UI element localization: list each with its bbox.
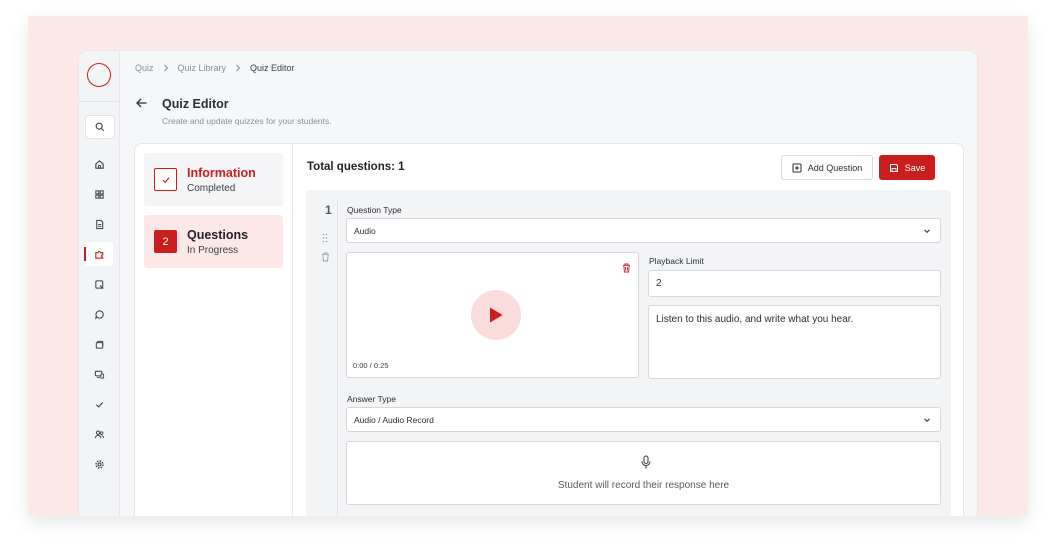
search-icon: [95, 122, 105, 132]
answer-type-label: Answer Type: [347, 394, 396, 404]
logo: [87, 63, 111, 87]
chat-icon: [94, 309, 104, 320]
microphone-icon: [641, 455, 651, 469]
question-prompt-textarea[interactable]: Listen to this audio, and write what you…: [648, 305, 941, 379]
sidebar-item-documents[interactable]: [79, 209, 119, 239]
step-badge: [154, 168, 177, 191]
devices-icon: [94, 370, 104, 379]
total-questions: Total questions: 1: [307, 161, 405, 173]
play-button[interactable]: [471, 290, 521, 340]
breadcrumb-item[interactable]: Quiz Library: [178, 63, 227, 73]
search-button[interactable]: [85, 115, 115, 139]
chevron-down-icon: [924, 228, 930, 233]
add-question-label: Add Question: [807, 162, 863, 173]
breadcrumb-item[interactable]: Quiz: [135, 63, 154, 73]
check-icon: [162, 176, 169, 183]
breadcrumb-current: Quiz Editor: [250, 63, 295, 73]
sidebar-item-home[interactable]: [79, 149, 119, 179]
puzzle-icon: [94, 250, 103, 259]
page-subtitle: Create and update quizzes for your stude…: [162, 116, 332, 126]
playback-limit-input[interactable]: 2: [648, 270, 941, 297]
audio-player: 0:00 / 0:25: [346, 252, 639, 378]
sidebar-item-tasks[interactable]: [79, 389, 119, 419]
step-title: Information: [187, 165, 256, 180]
play-icon: [490, 307, 503, 323]
page-backdrop: Quiz Quiz Library Quiz Editor Quiz Edito…: [28, 16, 1028, 516]
sidebar-nav: [79, 149, 119, 479]
question-card: 1 Question Type Audio 0:00 / 0:25 Playba…: [306, 190, 951, 516]
question-number: 1: [325, 203, 332, 217]
sidebar-item-users[interactable]: [79, 419, 119, 449]
drag-handle-icon: [322, 233, 328, 243]
delete-audio-button[interactable]: [622, 260, 631, 278]
sidebar-item-library[interactable]: [79, 329, 119, 359]
question-type-select[interactable]: Audio: [346, 218, 941, 243]
question-divider: [337, 200, 338, 516]
trash-icon: [322, 252, 329, 262]
dashboard-icon: [94, 189, 104, 199]
drag-handle[interactable]: [322, 230, 328, 248]
step-number: 2: [154, 230, 177, 253]
step-status: In Progress: [187, 244, 239, 256]
save-icon: [889, 163, 898, 172]
arrow-left-icon: [136, 98, 147, 108]
step-status: Completed: [187, 182, 236, 194]
playback-limit-label: Playback Limit: [649, 256, 704, 266]
sidebar-item-settings[interactable]: [79, 449, 119, 479]
answer-type-select[interactable]: Audio / Audio Record: [346, 407, 941, 432]
chevron-right-icon: [236, 64, 241, 72]
step-information[interactable]: Information Completed: [144, 153, 283, 206]
chevron-right-icon: [163, 64, 168, 72]
audio-time: 0:00 / 0:25: [353, 361, 389, 370]
delete-question-button[interactable]: [321, 249, 330, 267]
save-label: Save: [904, 162, 926, 173]
breadcrumb: Quiz Quiz Library Quiz Editor: [135, 63, 295, 73]
answer-type-value: Audio / Audio Record: [354, 414, 434, 425]
assignment-icon: [94, 279, 104, 289]
question-type-value: Audio: [354, 225, 376, 236]
library-icon: [95, 340, 103, 349]
step-title: Questions: [187, 227, 249, 242]
quiz-editor-card: Information Completed 2 Questions In Pro…: [134, 143, 964, 516]
check-icon: [95, 401, 103, 408]
chevron-down-icon: [924, 417, 930, 422]
document-icon: [95, 219, 103, 229]
sidebar-item-quiz[interactable]: [79, 239, 119, 269]
sidebar-item-dashboard[interactable]: [79, 179, 119, 209]
sidebar-item-messages[interactable]: [79, 299, 119, 329]
users-icon: [94, 430, 104, 438]
save-button[interactable]: Save: [879, 155, 935, 180]
record-hint: Student will record their response here: [557, 480, 730, 491]
sidebar-item-devices[interactable]: [79, 359, 119, 389]
plus-square-icon: [792, 163, 802, 172]
back-button[interactable]: [135, 96, 148, 114]
step-questions[interactable]: 2 Questions In Progress: [144, 215, 283, 268]
add-question-button[interactable]: Add Question: [781, 155, 873, 180]
editor-panel: Total questions: 1 Add Question Save 1 Q…: [293, 144, 963, 516]
settings-icon: [94, 459, 104, 469]
page-title: Quiz Editor: [162, 97, 229, 111]
sidebar-divider: [79, 101, 119, 102]
app-window: Quiz Quiz Library Quiz Editor Quiz Edito…: [78, 50, 978, 516]
sidebar-item-assignments[interactable]: [79, 269, 119, 299]
audio-record-area[interactable]: Student will record their response here: [346, 441, 941, 505]
question-type-label: Question Type: [347, 205, 402, 215]
steps-panel: Information Completed 2 Questions In Pro…: [135, 144, 293, 516]
sidebar: [79, 51, 120, 516]
trash-icon: [623, 263, 630, 273]
home-icon: [94, 159, 104, 169]
